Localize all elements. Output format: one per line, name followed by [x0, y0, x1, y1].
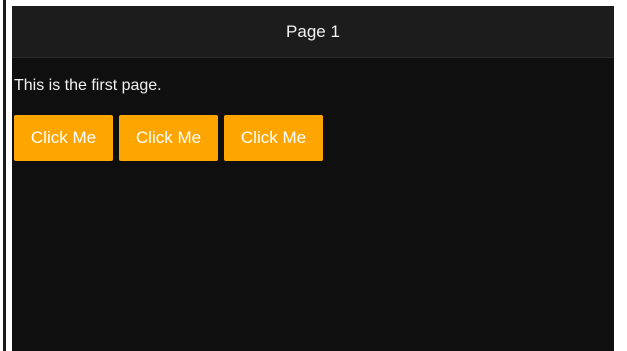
page-title: Page 1: [286, 22, 340, 41]
click-me-button-1[interactable]: Click Me: [14, 115, 113, 161]
screen-frame: Page 1 This is the first page. Click Me …: [0, 0, 627, 351]
button-row: Click Me Click Me Click Me: [14, 115, 323, 161]
page-text: This is the first page.: [14, 77, 162, 94]
click-me-button-2[interactable]: Click Me: [119, 115, 218, 161]
app-window: Page 1 This is the first page. Click Me …: [12, 6, 614, 351]
click-me-button-3[interactable]: Click Me: [224, 115, 323, 161]
page-header: Page 1: [12, 6, 614, 58]
right-margin: [614, 0, 627, 351]
left-border: [0, 0, 6, 351]
left-border-line: [3, 0, 6, 351]
